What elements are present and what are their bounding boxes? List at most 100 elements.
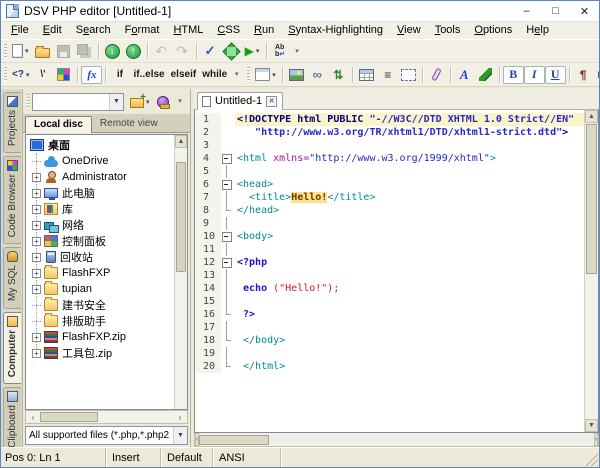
toolbar-overflow-button[interactable]: ▾ <box>175 93 186 111</box>
menu-help[interactable]: Help <box>519 22 556 39</box>
menu-view[interactable]: View <box>390 22 428 39</box>
fold-toggle-icon[interactable] <box>221 178 235 191</box>
menu-html[interactable]: HTML <box>166 22 210 39</box>
insert-hyperlink-button[interactable]: ∞ <box>307 65 328 85</box>
tab-remote-view[interactable]: Remote view <box>92 116 166 132</box>
scroll-right-icon[interactable]: › <box>594 433 598 446</box>
insert-if-else-button[interactable]: if..else <box>130 65 167 85</box>
editor-vertical-scrollbar[interactable]: ▲ ▼ <box>584 110 598 432</box>
save-button[interactable] <box>53 41 74 61</box>
side-tab-projects[interactable]: Projects <box>3 92 21 153</box>
underline-button[interactable]: U <box>545 66 566 84</box>
tree-item[interactable]: 建书安全 <box>30 297 174 313</box>
ftp-connect-button[interactable] <box>153 92 174 112</box>
insert-table-button[interactable] <box>356 65 377 85</box>
menu-search[interactable]: Search <box>69 22 118 39</box>
tab-close-icon[interactable]: ✕ <box>266 96 277 107</box>
redo-button[interactable]: ↷ <box>172 41 193 61</box>
menu-format[interactable]: Format <box>118 22 167 39</box>
dropdown-arrow-icon[interactable]: ▾ <box>256 47 260 55</box>
php-tags-button[interactable]: <?▾ <box>9 65 32 85</box>
fold-toggle-icon[interactable] <box>221 152 235 165</box>
download-button[interactable]: ↓ <box>102 41 123 61</box>
side-tab-computer[interactable]: Computer <box>3 312 21 384</box>
document-tab[interactable]: Untitled-1 ✕ <box>197 92 283 110</box>
insert-attachment-button[interactable] <box>426 65 447 85</box>
toolbar-overflow-button[interactable]: ▾ <box>292 42 303 60</box>
close-button[interactable]: ✕ <box>570 1 599 21</box>
side-tab-clipboard[interactable]: Clipboard <box>3 387 21 455</box>
open-file-button[interactable] <box>32 41 53 61</box>
run-button[interactable]: ▶▾ <box>242 41 263 61</box>
resize-grip[interactable] <box>586 454 598 466</box>
insert-fieldset-button[interactable] <box>398 65 419 85</box>
expand-toggle[interactable]: + <box>32 285 41 294</box>
menu-syntax-highlighting[interactable]: Syntax-Highlighting <box>281 22 390 39</box>
expand-toggle[interactable]: + <box>32 221 41 230</box>
tree-item[interactable]: OneDrive <box>30 153 174 169</box>
highlight-pen-button[interactable] <box>475 65 496 85</box>
upload-button[interactable]: ↑ <box>123 41 144 61</box>
path-combo[interactable]: ▼ <box>32 93 124 111</box>
scroll-up-icon[interactable]: ▲ <box>585 110 598 123</box>
php-syntax-check-button[interactable]: ✓ <box>200 41 221 61</box>
tree-item[interactable]: 桌面 <box>30 137 174 153</box>
minimize-button[interactable]: – <box>512 1 541 21</box>
scrollbar-thumb[interactable] <box>176 162 186 272</box>
insert-if-button[interactable]: if <box>109 65 130 85</box>
tree-item[interactable]: +回收站 <box>30 249 174 265</box>
insert-div-button[interactable]: ▾ <box>252 65 279 85</box>
line-break-button[interactable]: BR <box>594 65 600 85</box>
fold-toggle-icon[interactable] <box>221 230 235 243</box>
tree-horizontal-scrollbar[interactable]: ‹ › <box>25 410 188 424</box>
new-document-button[interactable]: ▾ <box>9 41 32 61</box>
scroll-up-icon[interactable]: ▲ <box>175 135 187 148</box>
insert-list-button[interactable]: ≡ <box>377 65 398 85</box>
scrollbar-thumb[interactable] <box>586 124 597 274</box>
dropdown-arrow-icon[interactable]: ▾ <box>25 47 29 55</box>
side-tab-my-sql[interactable]: My SQL <box>3 247 21 308</box>
new-folder-button[interactable]: ▾ <box>127 92 153 112</box>
menu-options[interactable]: Options <box>467 22 519 39</box>
expand-toggle[interactable]: + <box>32 349 41 358</box>
tree-item[interactable]: +FlashFXP.zip <box>30 329 174 345</box>
php-settings-button[interactable] <box>221 41 242 61</box>
dropdown-arrow-icon[interactable]: ▾ <box>146 98 150 106</box>
menu-edit[interactable]: Edit <box>36 22 69 39</box>
insert-image-button[interactable] <box>286 65 307 85</box>
font-color-button[interactable]: A <box>454 65 475 85</box>
insert-anchor-button[interactable]: ⇅ <box>328 65 349 85</box>
paragraph-button[interactable]: ¶ <box>573 65 594 85</box>
undo-button[interactable]: ↶ <box>151 41 172 61</box>
scroll-right-icon[interactable]: › <box>173 411 187 423</box>
insert-while-button[interactable]: while <box>199 65 230 85</box>
maximize-button[interactable]: □ <box>541 1 570 21</box>
dropdown-arrow-icon[interactable]: ▾ <box>26 71 30 79</box>
tree-item[interactable]: +网络 <box>30 217 174 233</box>
expand-toggle[interactable]: + <box>32 189 41 198</box>
tree-vertical-scrollbar[interactable]: ▲ <box>174 135 187 409</box>
tab-local-disc[interactable]: Local disc <box>25 116 92 133</box>
expand-toggle[interactable]: + <box>32 253 41 262</box>
expand-toggle[interactable]: + <box>32 269 41 278</box>
expand-toggle[interactable]: + <box>32 237 41 246</box>
editor-horizontal-scrollbar[interactable]: ‹ › <box>194 433 599 447</box>
scroll-left-icon[interactable]: ‹ <box>26 411 40 423</box>
escape-quotes-button[interactable]: \' <box>32 65 53 85</box>
tree-item[interactable]: +tupian <box>30 281 174 297</box>
insert-function-button[interactable]: fx <box>81 66 102 84</box>
menu-css[interactable]: CSS <box>210 22 247 39</box>
menu-tools[interactable]: Tools <box>428 22 468 39</box>
tree-item[interactable]: +工具包.zip <box>30 345 174 361</box>
italic-button[interactable]: I <box>524 66 545 84</box>
expand-toggle[interactable]: + <box>32 205 41 214</box>
tree-item[interactable]: +Administrator <box>30 169 174 185</box>
menu-file[interactable]: File <box>4 22 36 39</box>
toolbar-overflow-button[interactable]: ▾ <box>231 66 242 84</box>
chevron-down-icon[interactable]: ▼ <box>109 94 123 110</box>
tree-item[interactable]: +此电脑 <box>30 185 174 201</box>
expand-toggle[interactable]: + <box>32 173 41 182</box>
word-wrap-button[interactable]: Abb↵ <box>270 41 291 61</box>
syntax-colors-button[interactable] <box>53 65 74 85</box>
fold-toggle-icon[interactable] <box>221 256 235 269</box>
